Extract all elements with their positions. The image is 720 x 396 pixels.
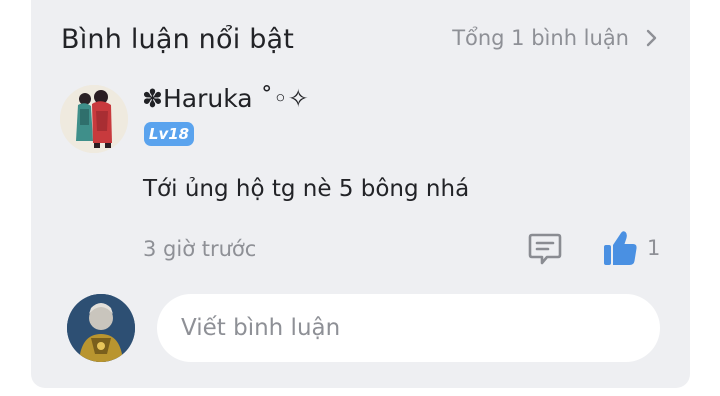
anime-characters-avatar — [60, 85, 128, 153]
total-comments-label: Tổng 1 bình luận — [452, 26, 629, 50]
thumbs-up-icon — [604, 231, 637, 265]
section-header: Bình luận nổi bật Tổng 1 bình luận — [31, 16, 690, 66]
current-user-avatar[interactable] — [67, 294, 135, 362]
commenter-username[interactable]: ✽Haruka ˚◦✧ — [142, 84, 309, 113]
like-count: 1 — [647, 236, 661, 260]
level-badge: Lv18 — [144, 122, 194, 146]
view-all-comments-link[interactable]: Tổng 1 bình luận — [452, 26, 659, 50]
comment-bubble-icon[interactable] — [527, 231, 563, 267]
featured-comments-card: Bình luận nổi bật Tổng 1 bình luận ✽Haru… — [31, 0, 690, 388]
comment-timestamp: 3 giờ trước — [143, 237, 257, 261]
like-button[interactable]: 1 — [602, 229, 660, 267]
comment-input[interactable] — [157, 294, 660, 362]
user-avatar — [67, 294, 135, 362]
comment-text: Tới ủng hộ tg nè 5 bông nhá — [143, 176, 470, 202]
section-title: Bình luận nổi bật — [61, 24, 295, 55]
commenter-avatar[interactable] — [60, 85, 128, 153]
chevron-right-icon — [646, 29, 657, 47]
